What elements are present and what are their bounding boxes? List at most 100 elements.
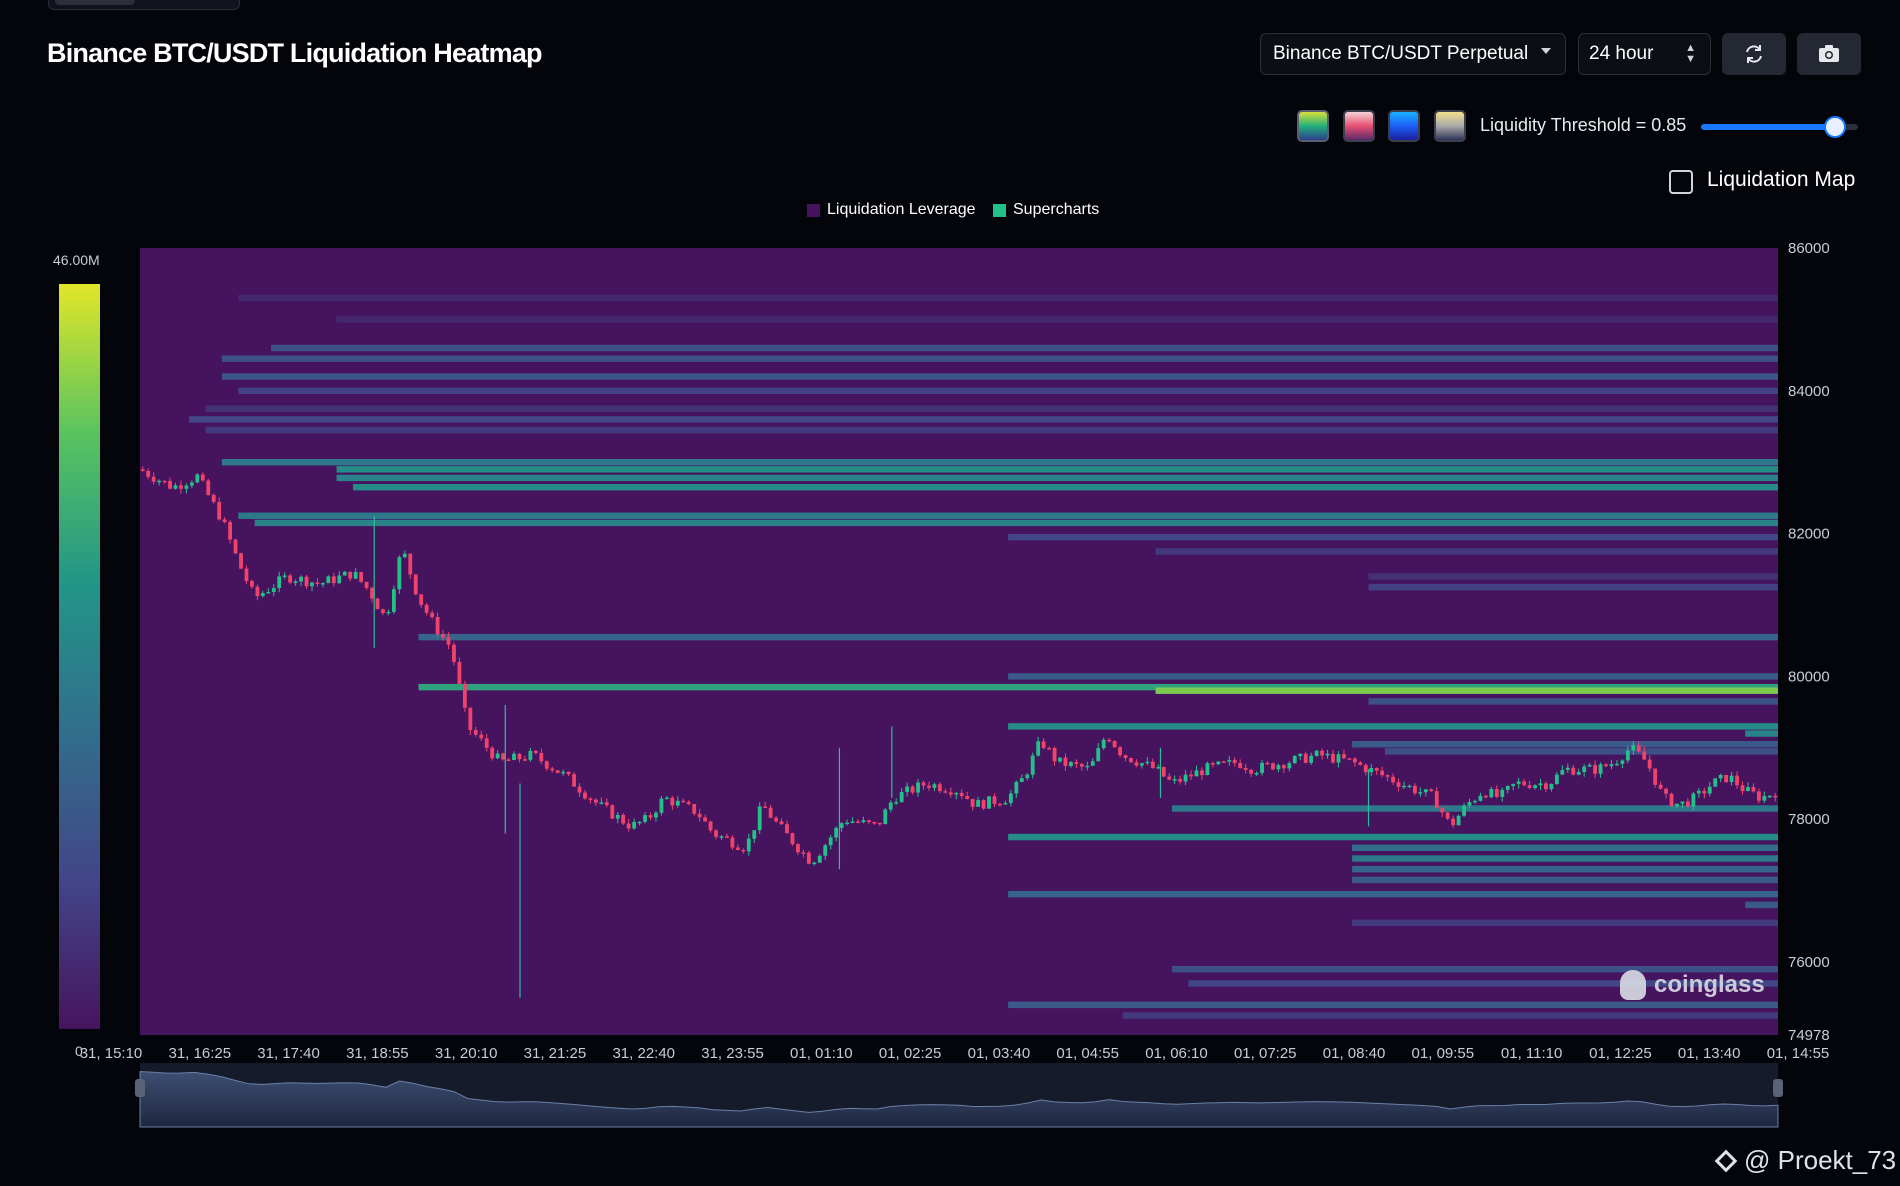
- candle-body: [1412, 785, 1417, 794]
- liquidity-threshold-label: Liquidity Threshold = 0.85: [1480, 115, 1687, 135]
- navigator-handle-right: [1773, 1079, 1783, 1097]
- candle-body: [468, 707, 473, 731]
- candle-body: [965, 796, 970, 799]
- candle-body: [1735, 775, 1739, 786]
- candle-body: [888, 802, 893, 810]
- candle-body: [364, 581, 369, 588]
- liquidity-threshold-slider[interactable]: [1701, 116, 1858, 138]
- candle-body: [375, 598, 380, 610]
- liquidation-map-checkbox[interactable]: [1669, 170, 1693, 194]
- caret-down-icon: [1541, 48, 1551, 54]
- candle-body: [1396, 782, 1401, 787]
- liquidation-band: [205, 426, 1778, 434]
- legend-liquidation-leverage[interactable]: Liquidation Leverage: [807, 201, 976, 219]
- x-tick-label: 01, 07:25: [1234, 1045, 1297, 1062]
- palette-viridis-swatch[interactable]: [1297, 110, 1329, 142]
- candle-body: [544, 761, 549, 769]
- candle-body: [1658, 784, 1663, 789]
- candle-body: [757, 806, 762, 831]
- candle-body: [1620, 760, 1625, 764]
- candle-body: [1669, 793, 1674, 807]
- candle-body: [599, 802, 604, 804]
- x-tick-label: 31, 15:10: [80, 1045, 143, 1062]
- candle-body: [1494, 788, 1499, 797]
- candle-body: [1483, 795, 1488, 798]
- binance-diamond-icon: [1714, 1149, 1738, 1172]
- candle-body: [413, 574, 418, 595]
- y-tick-label: 76000: [1788, 954, 1830, 971]
- candle-body: [692, 804, 697, 814]
- palette-yellow-gray-swatch[interactable]: [1434, 110, 1466, 142]
- candle-body: [200, 474, 205, 481]
- legend-label: Liquidation Leverage: [827, 201, 976, 218]
- refresh-button[interactable]: [1722, 33, 1786, 75]
- colorbar-min-label: 0: [75, 1043, 83, 1059]
- screenshot-button[interactable]: [1797, 33, 1861, 75]
- candle-body: [1221, 761, 1226, 763]
- candle-body: [1161, 766, 1166, 777]
- candle-body: [1139, 763, 1144, 766]
- liquidation-band: [238, 512, 1778, 519]
- candle-body: [1636, 745, 1641, 752]
- palette-pink-swatch[interactable]: [1343, 110, 1375, 142]
- candle-body: [1751, 787, 1756, 792]
- candle-body: [1058, 757, 1062, 762]
- slider-fill: [1701, 124, 1835, 130]
- candle-body: [1265, 762, 1270, 765]
- top-tab-switcher[interactable]: [48, 0, 240, 10]
- x-tick-label: 01, 09:55: [1412, 1045, 1475, 1062]
- candle-body: [1445, 812, 1450, 819]
- candle-body: [1593, 764, 1598, 774]
- pair-select[interactable]: Binance BTC/USDT Perpetual: [1260, 33, 1566, 75]
- candle-body: [1036, 741, 1041, 756]
- candle-body: [1402, 785, 1406, 788]
- candle-body: [1631, 745, 1636, 751]
- candle-body: [501, 753, 506, 760]
- candle-body: [517, 753, 522, 760]
- legend-label: Supercharts: [1013, 201, 1100, 218]
- candle-body: [1533, 785, 1537, 789]
- candle-body: [391, 589, 396, 612]
- candle-body: [1374, 768, 1379, 771]
- palette-blue-swatch[interactable]: [1388, 110, 1420, 142]
- heatmap-chart: 86000 84000 82000 80000 78000 76000 74978 31, 1…: [59, 240, 1830, 1128]
- candle-body: [866, 820, 871, 822]
- x-tick-label: 31, 17:40: [257, 1045, 320, 1062]
- candle-body: [539, 752, 544, 762]
- candle-body: [1178, 779, 1183, 782]
- candle-body: [1194, 770, 1199, 777]
- candle-body: [970, 798, 975, 807]
- legend-supercharts[interactable]: Supercharts: [993, 201, 1099, 219]
- x-tick-label: 01, 14:55: [1767, 1045, 1830, 1062]
- legend-swatch: [993, 203, 1006, 217]
- x-tick-label: 31, 21:25: [524, 1045, 587, 1062]
- candle-body: [1363, 764, 1368, 773]
- candle-body: [1609, 764, 1614, 767]
- candle-body: [987, 796, 991, 809]
- candle-body: [1150, 761, 1155, 769]
- candle-body: [293, 581, 298, 583]
- slider-handle[interactable]: [1824, 116, 1847, 138]
- liquidation-band: [1745, 730, 1778, 737]
- candle-body: [943, 791, 948, 793]
- candle-body: [1249, 769, 1254, 774]
- candle-body: [937, 784, 942, 792]
- candle-body: [566, 771, 571, 775]
- candle-body: [1724, 774, 1729, 783]
- candle-body: [1172, 779, 1177, 781]
- liquidation-band: [1352, 865, 1778, 873]
- coinglass-watermark: coinglass: [1620, 970, 1765, 1000]
- candle-body: [632, 821, 637, 829]
- candle-body: [397, 557, 402, 590]
- candle-body: [452, 644, 456, 662]
- candle-body: [446, 637, 451, 645]
- coinglass-logo-icon: [1620, 970, 1646, 1000]
- candle-body: [288, 575, 293, 583]
- range-select[interactable]: 24 hour ▲ ▼: [1578, 33, 1711, 75]
- candle-body: [1205, 763, 1210, 776]
- candle-body: [1074, 762, 1079, 764]
- candle-body: [921, 782, 926, 786]
- candle-body: [1587, 764, 1592, 767]
- candle-body: [528, 750, 533, 760]
- candle-body: [408, 553, 413, 575]
